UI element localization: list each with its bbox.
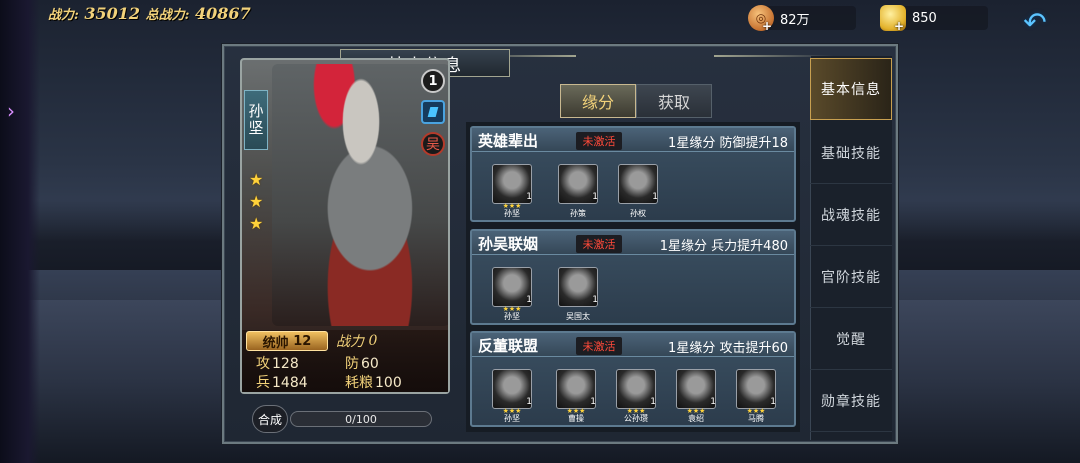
defense-stat: 防 60 — [345, 353, 379, 373]
rank-badge: 1 — [421, 69, 445, 93]
bond-status: 未激活 — [576, 337, 622, 355]
food-value: 100 — [375, 375, 402, 391]
food-label: 耗粮 — [345, 375, 373, 391]
hero-level: 1 — [650, 397, 656, 407]
side-tab-rank-skills[interactable]: 官阶技能 — [810, 246, 892, 308]
power-value: 35012 — [84, 4, 141, 23]
troop-type-icon — [421, 100, 445, 124]
bond-name: 孙吴联姻 — [478, 235, 539, 253]
side-tab-soul-skills[interactable]: 战魂技能 — [810, 184, 892, 246]
hero-slot-name: 马腾 — [748, 414, 764, 423]
troops-stat: 兵 1484 — [256, 372, 308, 392]
star-icon: ★ — [249, 214, 264, 233]
tab-obtain[interactable]: 获取 — [636, 84, 712, 118]
hero-power-tag: 战力 0 — [336, 331, 377, 351]
add-gold-icon[interactable]: + — [894, 19, 904, 33]
hero-slot-name: 孙策 — [570, 209, 586, 218]
troops-label: 兵 — [256, 375, 270, 391]
hero-level: 1 — [770, 397, 776, 407]
bond-hero-slot[interactable]: 1 吴国太 — [556, 267, 600, 321]
hero-slot-name: 曹操 — [568, 414, 584, 423]
synthesis-progress-bar: 0/100 — [290, 411, 432, 427]
power-display: 战力: 35012 总战力: 40867 — [48, 4, 251, 26]
total-power-value: 40867 — [195, 4, 251, 23]
bond-header: 孙吴联姻 未激活 1星缘分 兵力提升480 — [472, 231, 794, 255]
bond-hero-slot[interactable]: 1 孙权 — [616, 164, 660, 218]
attack-label: 攻 — [256, 356, 270, 372]
faction-badge: 吴 — [421, 132, 445, 156]
hero-level: 1 — [710, 397, 716, 407]
expand-arrow-icon[interactable]: › — [4, 96, 18, 126]
back-arrow-icon[interactable]: ↶ — [1018, 8, 1052, 38]
hero-level: 1 — [592, 295, 598, 305]
add-coin-icon[interactable]: + — [762, 19, 772, 33]
gold-value: 850 — [912, 10, 937, 26]
left-edge-strip — [0, 0, 40, 463]
bond-hero-slot[interactable]: 1 ★★★ 孙坚 — [490, 267, 534, 321]
tab-bonds[interactable]: 缘分 — [560, 84, 636, 118]
command-label: 统帅 — [262, 335, 289, 351]
hero-level: 1 — [592, 192, 598, 202]
defense-value: 60 — [361, 356, 379, 372]
bond-hero-slot[interactable]: 1 ★★★ 孙坚 — [490, 369, 534, 423]
bond-status: 未激活 — [576, 132, 622, 150]
hero-slot-name: 袁绍 — [688, 414, 704, 423]
bond-hero-slot[interactable]: 1 ★★★ 公孙瓒 — [614, 369, 658, 423]
hero-slot-name: 公孙瓒 — [624, 414, 648, 423]
gold-counter[interactable]: + 850 — [880, 5, 988, 33]
bond-hero-slot[interactable]: 1 ★★★ 马腾 — [734, 369, 778, 423]
bond-hero-slot[interactable]: 1 ★★★ 袁绍 — [674, 369, 718, 423]
defense-label: 防 — [345, 356, 359, 372]
hero-slot-name: 孙权 — [630, 209, 646, 218]
hero-level: 1 — [526, 192, 532, 202]
bond-status: 未激活 — [576, 235, 622, 253]
troops-value: 1484 — [272, 375, 308, 391]
bond-card: 孙吴联姻 未激活 1星缘分 兵力提升480 1 ★★★ 孙坚 1 吴国太 — [470, 229, 796, 325]
synthesize-button[interactable]: 合成 — [252, 405, 288, 433]
coin-value: 82万 — [780, 12, 810, 28]
bond-effect: 1星缘分 防御提升18 — [668, 136, 788, 151]
hero-level: 1 — [590, 397, 596, 407]
side-tab-awaken[interactable]: 觉醒 — [810, 308, 892, 370]
command-value: 12 — [293, 333, 312, 349]
hero-name: 孙坚 — [244, 90, 268, 150]
coin-icon: ◎ + — [748, 5, 774, 33]
side-tab-basic-info[interactable]: 基本信息 — [810, 58, 892, 120]
hero-level: 1 — [526, 295, 532, 305]
hero-power-label: 战力 — [336, 334, 364, 350]
gold-ingot-icon: + — [880, 5, 906, 33]
side-tab-medal-skills[interactable]: 勋章技能 — [810, 370, 892, 432]
bond-card: 反董联盟 未激活 1星缘分 攻击提升60 1 ★★★ 孙坚 1 ★★★ 曹操 1… — [470, 331, 796, 427]
hero-slot-name: 吴国太 — [566, 312, 590, 321]
bond-card: 英雄辈出 未激活 1星缘分 防御提升18 1 ★★★ 孙坚 1 孙策 1 孙权 — [470, 126, 796, 222]
side-tab-basic-skills[interactable]: 基础技能 — [810, 122, 892, 184]
bond-effect: 1星缘分 攻击提升60 — [668, 341, 788, 356]
power-label: 战力: — [48, 8, 79, 23]
hero-level: 1 — [652, 192, 658, 202]
command-tag: 统帅 12 — [246, 331, 328, 351]
coin-counter[interactable]: ◎ + 82万 — [748, 5, 856, 33]
hero-slot-name: 孙坚 — [504, 209, 520, 218]
hero-level: 1 — [526, 397, 532, 407]
bond-header: 反董联盟 未激活 1星缘分 攻击提升60 — [472, 333, 794, 357]
attack-stat: 攻 128 — [256, 353, 299, 373]
bond-hero-slot[interactable]: 1 孙策 — [556, 164, 600, 218]
bond-hero-slot[interactable]: 1 ★★★ 曹操 — [554, 369, 598, 423]
food-stat: 耗粮 100 — [345, 372, 402, 392]
attack-value: 128 — [272, 356, 299, 372]
hero-slot-name: 孙坚 — [504, 312, 520, 321]
total-power-label: 总战力: — [145, 8, 190, 23]
bond-effect: 1星缘分 兵力提升480 — [659, 239, 788, 254]
hero-slot-name: 孙坚 — [504, 414, 520, 423]
star-icon: ★ — [249, 170, 264, 189]
bond-header: 英雄辈出 未激活 1星缘分 防御提升18 — [472, 128, 794, 152]
star-icon: ★ — [249, 192, 264, 211]
bond-name: 反董联盟 — [478, 337, 539, 355]
hero-power-value: 0 — [368, 333, 378, 349]
bond-hero-slot[interactable]: 1 ★★★ 孙坚 — [490, 164, 534, 218]
bond-name: 英雄辈出 — [478, 132, 539, 150]
